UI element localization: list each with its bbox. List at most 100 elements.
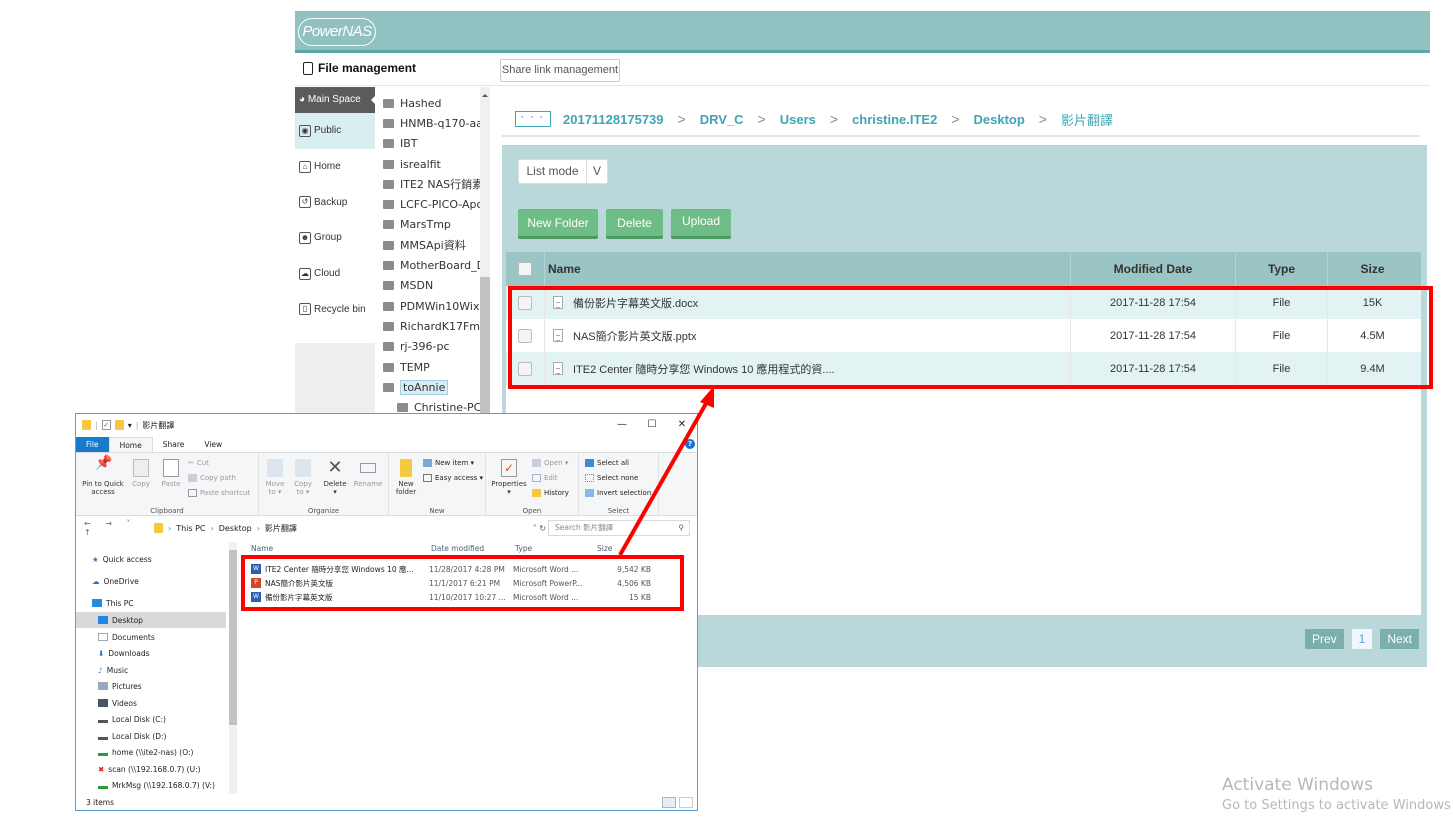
nav-item-pictures[interactable]: Pictures (76, 678, 226, 694)
tree-folder[interactable]: IBT (375, 134, 490, 154)
nav-item-local-disk-c[interactable]: Local Disk (C:) (76, 711, 226, 727)
navigation-buttons[interactable]: ← → ˅ ↑ (76, 519, 146, 537)
chevron-down-icon[interactable]: V (587, 160, 607, 183)
nav-item-this-pc[interactable]: This PC (76, 595, 226, 611)
tree-folder[interactable]: rj-396-pc (375, 337, 490, 357)
address-segment[interactable]: 影片翻譯 (265, 523, 297, 534)
share-link-management-button[interactable]: Share link management (500, 59, 620, 82)
trash-icon: ▯ (299, 303, 311, 316)
history-button[interactable]: History (532, 489, 569, 497)
tree-folder[interactable]: isrealfit (375, 154, 490, 174)
address-bar[interactable]: › This PC › Desktop › 影片翻譯 ˅ ↻ (152, 520, 546, 536)
sidebar-item-group[interactable]: ☻ Group (295, 220, 375, 256)
pin-to-quick-access-button[interactable]: 📌 Pin to Quick access (80, 456, 126, 496)
tree-folder[interactable]: MSDN (375, 276, 490, 296)
tab-share[interactable]: Share (153, 437, 195, 452)
cut-button[interactable]: ✂ Cut (188, 459, 209, 467)
nav-item-mrkmsg-drive[interactable]: MrkMsg (\\192.168.0.7) (V:) (76, 777, 226, 793)
nav-item-desktop[interactable]: Desktop (76, 612, 226, 628)
breadcrumb-item[interactable]: Users (780, 112, 816, 127)
breadcrumb-item[interactable]: Desktop (974, 112, 1025, 127)
column-size[interactable]: Size (1327, 252, 1417, 286)
tree-folder[interactable]: Hashed (375, 93, 490, 113)
breadcrumb-item[interactable]: DRV_C (700, 112, 744, 127)
sidebar-item-public[interactable]: ◉ Public (295, 113, 375, 149)
sidebar-item-home[interactable]: ⌂ Home (295, 149, 375, 185)
refresh-button[interactable]: ˅ ↻ (533, 524, 546, 533)
open-button[interactable]: Open ▾ (532, 459, 568, 467)
tree-folder[interactable]: ITE2 NAS行銷素材 (375, 174, 490, 194)
tree-folder[interactable]: MMSApi資料 (375, 235, 490, 255)
tab-home[interactable]: Home (108, 437, 153, 452)
edit-button[interactable]: Edit (532, 474, 558, 482)
upload-button[interactable]: Upload (671, 209, 731, 239)
sidebar-item-backup[interactable]: ↺ Backup (295, 184, 375, 220)
new-folder-quick-icon[interactable] (114, 420, 124, 430)
view-mode-select[interactable]: List mode V (518, 159, 608, 184)
rename-button[interactable]: Rename (353, 459, 383, 488)
copy-button[interactable]: Copy (128, 459, 154, 488)
nav-pane-scrollbar[interactable] (229, 542, 237, 794)
nav-item-scan-drive[interactable]: ✖ scan (\\192.168.0.7) (U:) (76, 761, 226, 777)
large-icons-view-button[interactable] (679, 797, 693, 808)
nav-item-music[interactable]: ♪ Music (76, 662, 226, 678)
tree-folder[interactable]: MarsTmp (375, 215, 490, 235)
scissors-icon: ✂ (188, 459, 194, 467)
star-icon: ★ (92, 554, 99, 564)
main-space-tab[interactable]: ◕ Main Space (295, 87, 376, 113)
scrollbar-thumb[interactable] (480, 277, 490, 417)
tab-file[interactable]: File (76, 437, 109, 452)
nav-item-documents[interactable]: Documents (76, 629, 226, 645)
sidebar-item-cloud[interactable]: ☁ Cloud (295, 256, 375, 292)
home-icon: ⌂ (299, 160, 311, 173)
breadcrumb-root-button[interactable]: · · · (515, 111, 551, 127)
copy-path-button[interactable]: Copy path (188, 474, 236, 482)
move-to-button[interactable]: Move to ▾ (263, 459, 287, 496)
scrollbar-thumb[interactable] (229, 550, 237, 725)
details-view-button[interactable] (662, 797, 676, 808)
nav-item-onedrive[interactable]: ☁ OneDrive (76, 573, 226, 589)
tree-folder[interactable]: RichardK17Fms (375, 316, 490, 336)
tree-scrollbar[interactable] (480, 87, 490, 417)
properties-button[interactable]: ✓ Properties ▾ (490, 459, 528, 496)
prev-page-button[interactable]: Prev (1304, 629, 1344, 649)
tree-folder[interactable]: PDMWin10Wix (375, 296, 490, 316)
breadcrumb-item[interactable]: 20171128175739 (563, 112, 664, 127)
easy-access-button[interactable]: Easy access ▾ (423, 474, 483, 482)
copy-to-button[interactable]: Copy to ▾ (291, 459, 315, 496)
powernas-logo[interactable]: PowerNAS (298, 18, 376, 46)
breadcrumb-item[interactable]: christine.ITE2 (852, 112, 937, 127)
delete-button[interactable]: Delete (606, 209, 663, 239)
folder-icon (383, 382, 394, 392)
drive-icon (98, 715, 108, 723)
column-name[interactable]: Name (544, 252, 1070, 286)
nav-item-quick-access[interactable]: ★ Quick access (76, 551, 226, 567)
sidebar-item-recycle-bin[interactable]: ▯ Recycle bin (295, 291, 375, 327)
new-folder-ribbon-button[interactable]: New folder (393, 459, 419, 496)
page-number[interactable]: 1 (1351, 629, 1373, 649)
tab-view[interactable]: View (194, 437, 232, 452)
tree-folder[interactable]: LCFC-PICO-Apoll (375, 194, 490, 214)
column-type[interactable]: Type (1235, 252, 1327, 286)
tree-folder-selected[interactable]: toAnnie (375, 377, 490, 397)
address-segment[interactable]: This PC (176, 524, 205, 533)
nav-item-downloads[interactable]: ⬇ Downloads (76, 645, 226, 661)
new-item-button[interactable]: New item ▾ (423, 459, 474, 467)
paste-shortcut-button[interactable]: Paste shortcut (188, 489, 250, 497)
column-modified-date[interactable]: Modified Date (1070, 252, 1235, 286)
tree-folder[interactable]: MotherBoard_Dr (375, 255, 490, 275)
nav-item-local-disk-d[interactable]: Local Disk (D:) (76, 728, 226, 744)
customize-quick-access-icon[interactable]: ▾ (128, 421, 132, 430)
new-folder-button[interactable]: New Folder (518, 209, 598, 239)
select-all-checkbox[interactable] (518, 262, 532, 276)
paste-button[interactable]: Paste (158, 459, 184, 488)
next-page-button[interactable]: Next (1380, 629, 1419, 649)
nav-item-videos[interactable]: Videos (76, 695, 226, 711)
properties-quick-icon[interactable]: ✓ (101, 420, 111, 430)
tree-folder[interactable]: TEMP (375, 357, 490, 377)
address-segment[interactable]: Desktop (219, 524, 252, 533)
delete-button-ribbon[interactable]: ✕ Delete ▾ (321, 459, 349, 497)
scroll-up-icon[interactable] (482, 91, 488, 97)
tree-folder[interactable]: HNMB-q170-aa (375, 113, 490, 133)
nav-item-home-drive[interactable]: home (\\ite2-nas) (O:) (76, 744, 226, 760)
